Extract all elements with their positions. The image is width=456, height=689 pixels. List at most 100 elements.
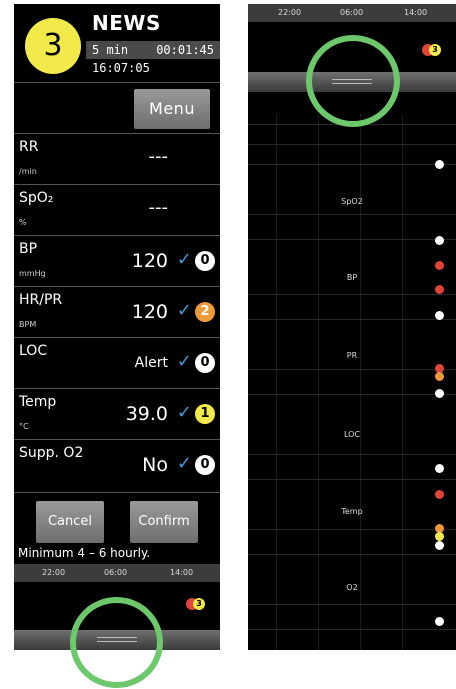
param-value: 39.0 [125,403,168,425]
check-icon: ✓ [176,351,192,372]
check-icon: ✓ [176,453,192,474]
trend-label-pr: PR [346,351,358,360]
param-row-bp[interactable]: BP mmHg 120 ✓ 0 [14,235,220,286]
frequency-note: Minimum 4 – 6 hourly. [18,546,151,560]
param-name: RR [19,139,39,155]
trend-point [435,389,444,398]
clock-time: 16:07:05 [92,61,150,75]
news-info-bar: 5 min 00:01:45 [86,41,220,59]
param-name: Supp. O2 [19,445,84,461]
timeline-tick: 06:00 [104,568,128,577]
grid-line [248,319,456,320]
trend-point [435,541,444,550]
param-row-rr[interactable]: RR /min --- [14,133,220,184]
check-icon: ✓ [176,300,192,321]
grid-line [360,114,361,650]
grid-line [248,529,456,530]
trend-label-spo2: SpO2 [341,197,363,206]
news-header: 3 NEWS 5 min 00:01:45 16:07:05 [14,4,220,80]
grid-line [248,369,456,370]
timeline-tick: 06:00 [340,8,364,17]
trend-point [435,236,444,245]
grid-line [248,554,456,555]
param-row-supp-o2[interactable]: Supp. O2 No ✓ 0 [14,439,220,490]
grid-line [318,114,319,650]
trend-label-o2: O2 [346,583,358,592]
highlight-circle-right [306,35,400,127]
trend-grid: SpO2 BP PR LOC Temp O2 [248,114,456,650]
grid-line [276,114,277,650]
grid-line [402,114,403,650]
countdown-timer: 00:01:45 [156,43,214,57]
param-row-loc[interactable]: LOC Alert ✓ 0 [14,337,220,388]
trend-point [435,285,444,294]
trend-point [435,261,444,270]
param-value: --- [148,146,169,167]
mini-score-indicator: 3 [422,44,442,56]
param-value: No [142,454,168,476]
param-value: 120 [131,250,168,272]
param-unit: mmHg [19,269,46,278]
trend-label-temp: Temp [341,507,363,516]
param-value: --- [148,197,169,218]
param-row-temp[interactable]: Temp °C 39.0 ✓ 1 [14,388,220,439]
param-value: Alert [134,355,168,371]
grid-line [248,604,456,605]
trend-point [435,464,444,473]
score-badge: 1 [195,404,215,424]
confirm-button[interactable]: Confirm [130,501,198,543]
param-name: LOC [19,343,48,359]
timeline-tick: 14:00 [170,568,194,577]
news-score-badge: 3 [25,18,81,74]
param-name: HR/PR [19,292,63,308]
param-row-hr[interactable]: HR/PR BPM 120 ✓ 2 [14,286,220,337]
mini-score-indicator: 3 [186,598,206,610]
timeline-bar: 22:00 06:00 14:00 [248,4,456,22]
measurement-frequency: 5 min [92,43,129,57]
param-unit: % [19,218,27,227]
mini-score-dot: 3 [193,598,205,610]
news-title: NEWS [92,11,161,35]
mini-score-dot: 3 [429,44,441,56]
param-row-spo2[interactable]: SpO₂ % --- [14,184,220,235]
menu-button[interactable]: Menu [134,89,210,129]
param-unit: /min [19,167,37,176]
grid-line [248,214,456,215]
param-name: SpO₂ [19,190,54,206]
timeline-tick: 22:00 [42,568,66,577]
trend-point [435,617,444,626]
cancel-button[interactable]: Cancel [36,501,104,543]
trend-label-bp: BP [346,273,358,282]
trend-label-loc: LOC [343,430,361,439]
param-name: BP [19,241,38,257]
param-unit: °C [19,422,29,431]
score-badge: 0 [195,353,215,373]
timeline-bar: 22:00 06:00 14:00 [14,564,220,582]
grid-line [248,294,456,295]
score-badge: 0 [195,455,215,475]
timeline-tick: 14:00 [404,8,428,17]
grid-line [248,394,456,395]
param-name: Temp [19,394,57,410]
param-unit: BPM [19,320,37,329]
grid-line [248,629,456,630]
timeline-tick: 22:00 [278,8,302,17]
check-icon: ✓ [176,249,192,270]
trend-point [435,160,444,169]
trend-point [435,490,444,499]
grid-line [248,479,456,480]
grid-line [248,239,456,240]
news-entry-panel: 3 NEWS 5 min 00:01:45 16:07:05 Menu RR /… [14,4,220,650]
trend-point [435,311,444,320]
action-bar: Cancel Confirm [14,492,220,553]
score-badge: 0 [195,251,215,271]
grid-line [248,454,456,455]
grid-line [248,164,456,165]
score-badge: 2 [195,302,215,322]
highlight-circle-left [70,597,163,688]
check-icon: ✓ [176,402,192,423]
trend-point [435,532,444,541]
trend-point [435,372,444,381]
param-value: 120 [131,301,168,323]
menu-row: Menu [14,82,220,133]
